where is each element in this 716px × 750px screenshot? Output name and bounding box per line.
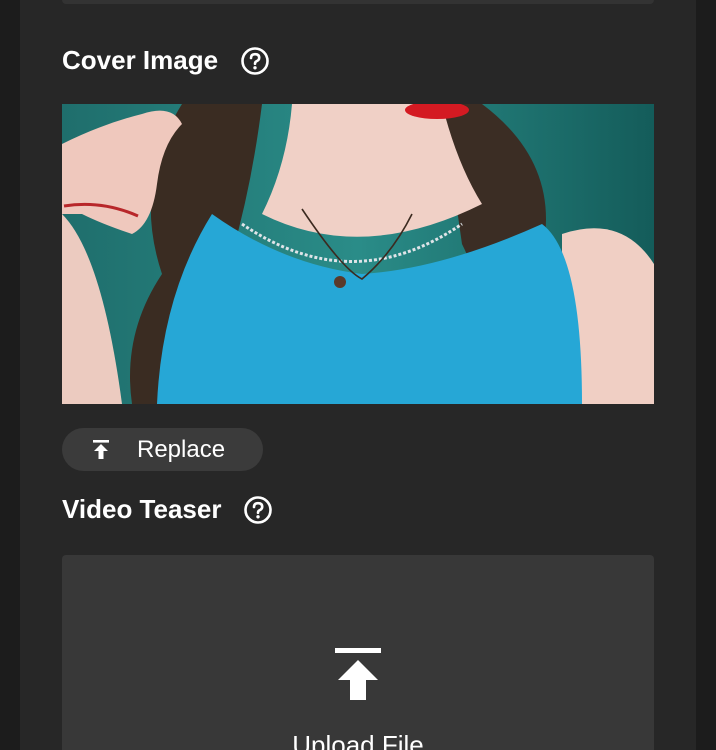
replace-label: Replace [137, 435, 226, 463]
upload-arrow-icon [93, 439, 109, 459]
question-circle-icon[interactable] [240, 46, 270, 76]
upload-file-label: Upload File [292, 730, 424, 750]
video-teaser-heading: Video Teaser [62, 494, 273, 525]
question-circle-icon[interactable] [243, 495, 273, 525]
previous-card-edge [62, 0, 654, 4]
screen: Cover Image Replace Video Teaser Upload … [0, 0, 716, 750]
video-teaser-title: Video Teaser [62, 494, 222, 524]
cover-image-preview [62, 104, 654, 404]
cover-image-title: Cover Image [62, 45, 219, 75]
upload-arrow-icon [335, 648, 381, 700]
replace-button[interactable]: Replace [62, 428, 263, 471]
cover-image-heading: Cover Image [62, 45, 270, 76]
video-upload-dropzone[interactable]: Upload File [62, 555, 654, 750]
